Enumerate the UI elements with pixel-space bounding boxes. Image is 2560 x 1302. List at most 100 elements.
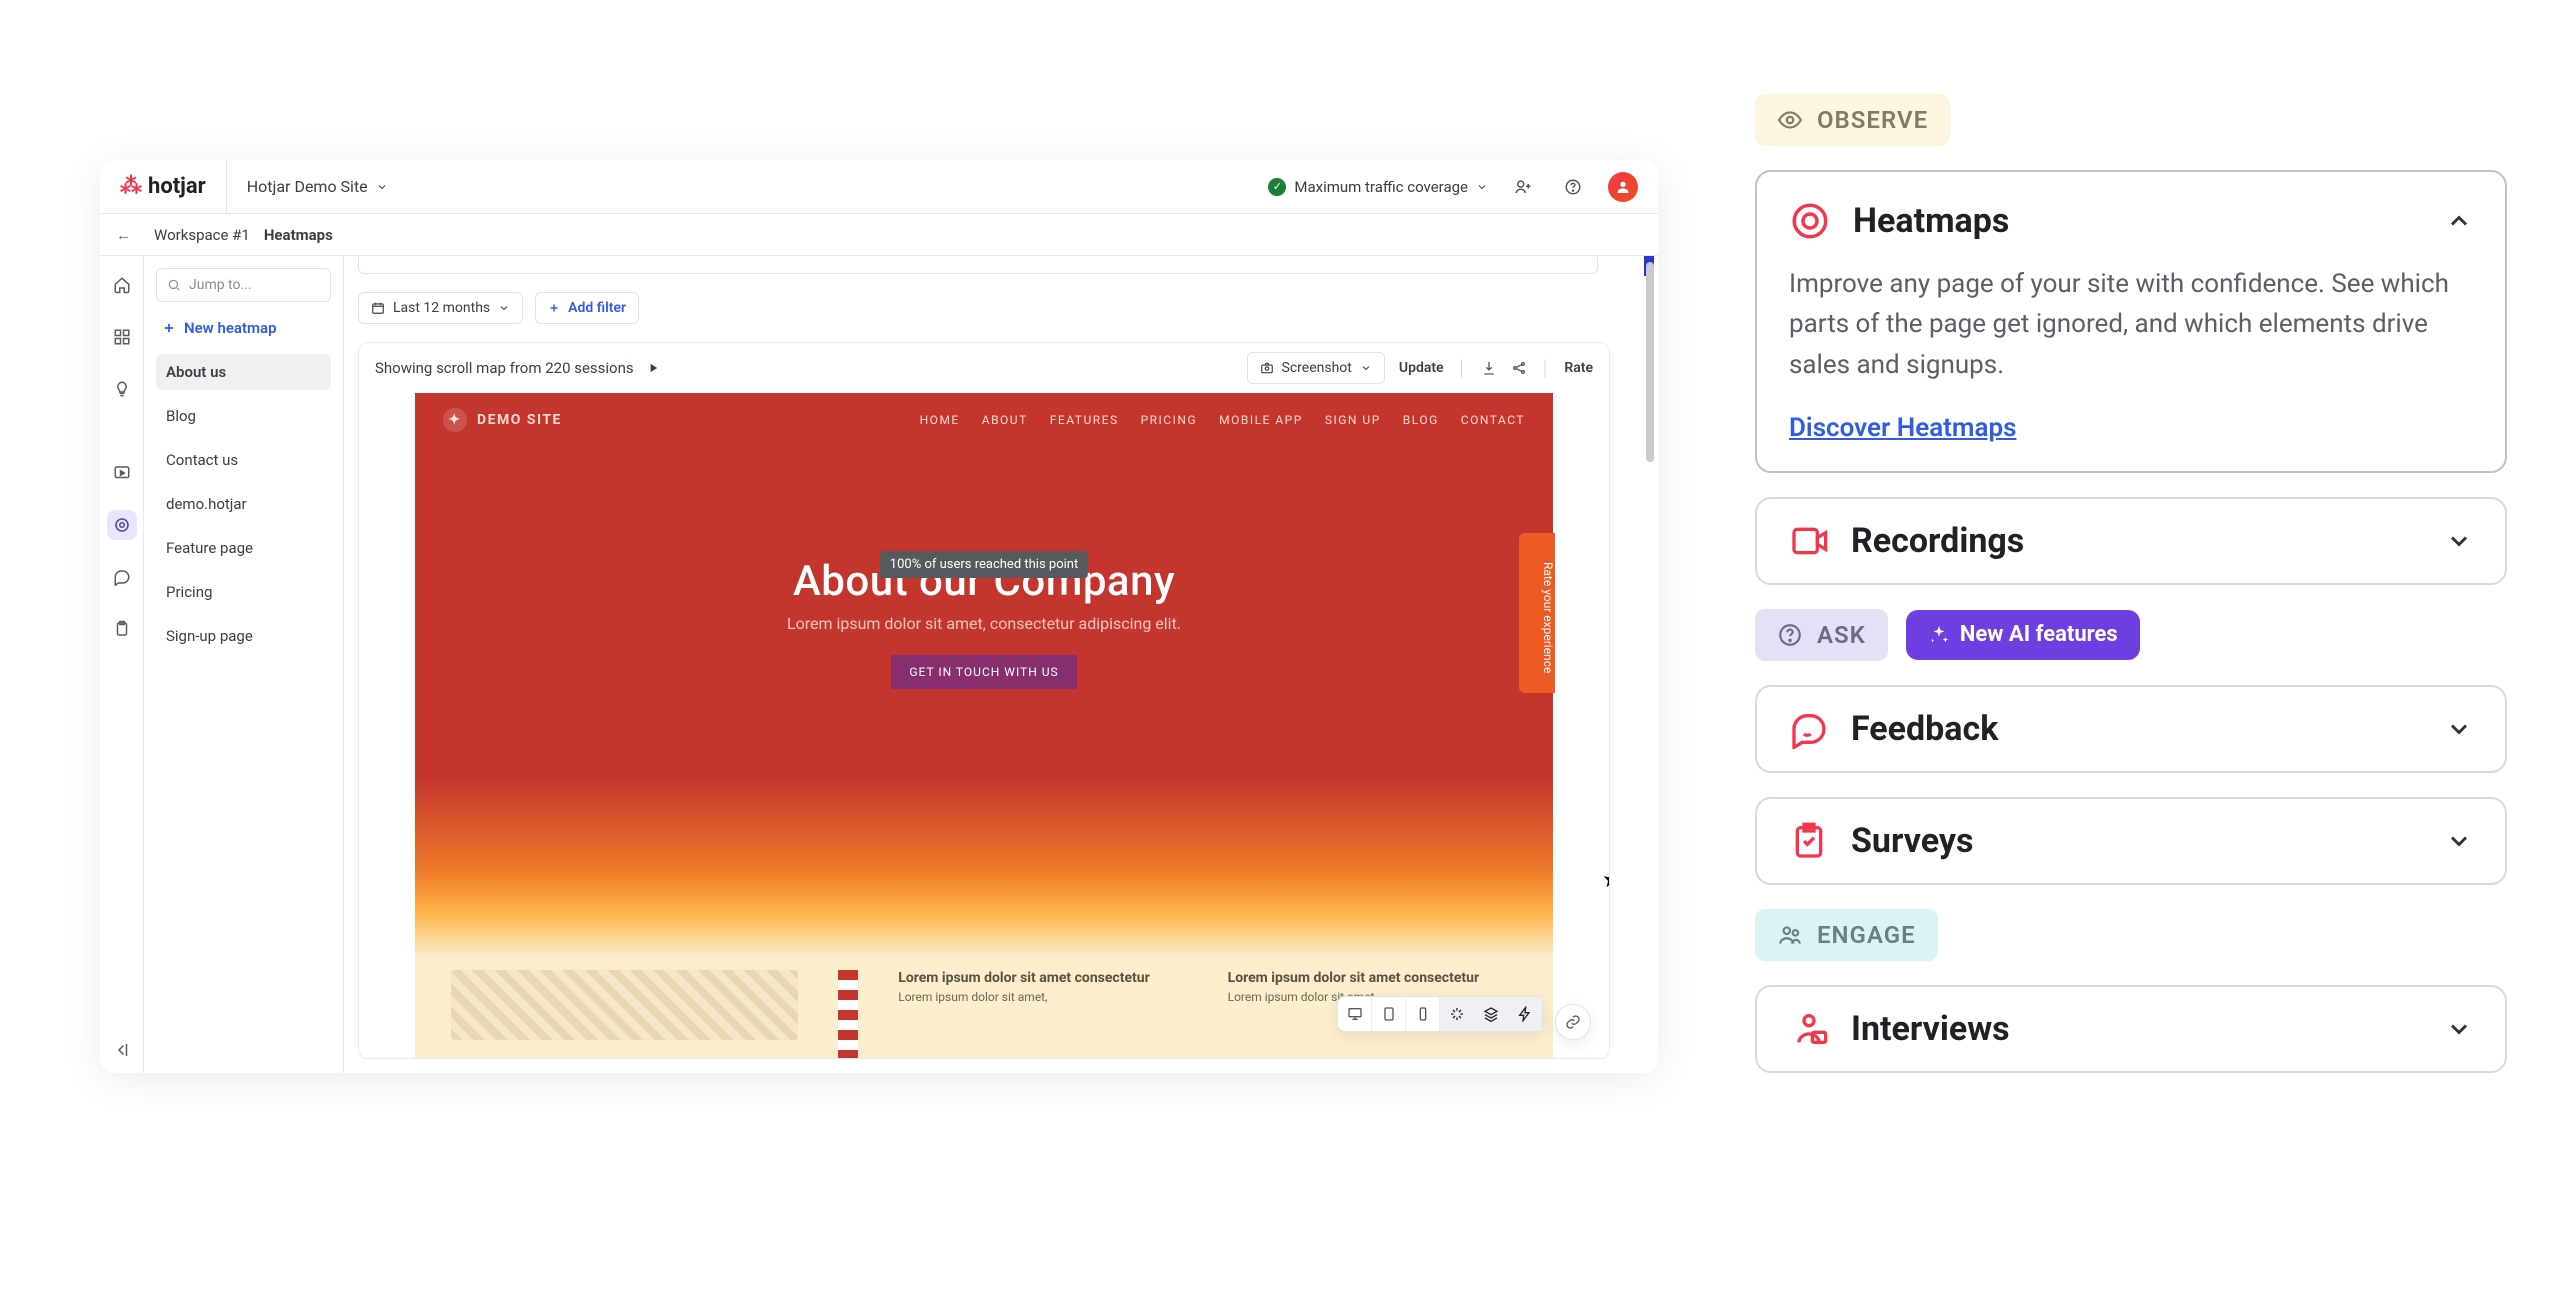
card-recordings[interactable]: Recordings <box>1755 497 2507 585</box>
card-feedback-title: Feedback <box>1851 709 1998 749</box>
rail-feedback[interactable] <box>107 562 137 592</box>
ai-badge[interactable]: New AI features <box>1906 610 2140 660</box>
tablet-icon <box>1381 1006 1397 1022</box>
sparkle-icon <box>1928 624 1950 646</box>
rail-surveys[interactable] <box>107 614 137 644</box>
share-icon <box>1511 360 1527 376</box>
collapse-button[interactable] <box>2445 207 2473 235</box>
sidebar-item-demo-hotjar[interactable]: demo.hotjar <box>156 486 331 522</box>
demo-thumb <box>451 970 798 1040</box>
chevron-down-icon <box>2445 1015 2473 1043</box>
expand-button[interactable] <box>2445 1015 2473 1043</box>
search-icon <box>167 278 181 292</box>
expand-button[interactable] <box>2445 715 2473 743</box>
desktop-icon <box>1347 1006 1363 1022</box>
demo-col2-title: Lorem ipsum dolor sit amet consectetur <box>1228 970 1517 986</box>
toggle-rage[interactable] <box>1508 997 1542 1031</box>
sidebar-item-pricing[interactable]: Pricing <box>156 574 331 610</box>
site-selector[interactable]: Hotjar Demo Site <box>226 160 388 213</box>
feedback-icon <box>1789 709 1829 749</box>
copy-link-button[interactable] <box>1555 1004 1591 1040</box>
rail-home[interactable] <box>107 270 137 300</box>
sidebar-item-feature-page[interactable]: Feature page <box>156 530 331 566</box>
heatmap-icon <box>113 516 131 534</box>
card-feedback[interactable]: Feedback <box>1755 685 2507 773</box>
engage-tag: ENGAGE <box>1755 909 1938 961</box>
heatmap-sidebar: Jump to... New heatmap About us Blog Con… <box>144 256 344 1073</box>
date-range-label: Last 12 months <box>393 300 490 316</box>
share-button[interactable] <box>1511 360 1527 376</box>
user-plus-icon <box>1514 178 1532 196</box>
demo-site-name: DEMO SITE <box>477 412 562 428</box>
traffic-indicator[interactable]: ✓ Maximum traffic coverage <box>1268 178 1488 196</box>
device-desktop[interactable] <box>1338 997 1372 1031</box>
add-filter-button[interactable]: Add filter <box>535 292 639 324</box>
question-icon <box>1777 622 1803 648</box>
bulb-icon <box>113 380 131 398</box>
sidebar-item-blog[interactable]: Blog <box>156 398 331 434</box>
screenshot-label: Screenshot <box>1282 360 1352 376</box>
hotjar-app: ⁂ hotjar Hotjar Demo Site ✓ Maximum traf… <box>100 160 1658 1073</box>
brand-text: hotjar <box>148 174 206 199</box>
toggle-labels[interactable] <box>1440 997 1474 1031</box>
card-interviews[interactable]: Interviews <box>1755 985 2507 1073</box>
play-icon[interactable] <box>646 361 660 375</box>
rail-recordings[interactable] <box>107 458 137 488</box>
date-range-filter[interactable]: Last 12 months <box>358 292 523 324</box>
chevron-down-icon <box>498 302 510 314</box>
avatar[interactable] <box>1608 172 1638 202</box>
panel-title: Showing scroll map from 220 sessions <box>375 359 634 377</box>
device-bar <box>1337 996 1543 1032</box>
back-button[interactable]: ← <box>116 226 140 244</box>
brand-flame-icon: ⁂ <box>120 174 142 199</box>
device-phone[interactable] <box>1406 997 1440 1031</box>
chat-icon <box>113 568 131 586</box>
rate-button[interactable]: Rate <box>1564 360 1593 376</box>
rail-heatmaps[interactable] <box>107 510 137 540</box>
rail-dashboards[interactable] <box>107 322 137 352</box>
help-button[interactable] <box>1558 172 1588 202</box>
card-surveys-title: Surveys <box>1851 821 1973 861</box>
screenshot-button[interactable]: Screenshot <box>1247 352 1385 384</box>
panel-topbar: Showing scroll map from 220 sessions Scr… <box>359 343 1609 393</box>
card-heatmaps[interactable]: Heatmaps Improve any page of your site w… <box>1755 170 2507 473</box>
icon-rail <box>100 256 144 1073</box>
search-input[interactable]: Jump to... <box>156 268 331 302</box>
people-icon <box>1777 922 1803 948</box>
toggle-grid[interactable] <box>1474 997 1508 1031</box>
demo-col1-text: Lorem ipsum dolor sit amet, <box>898 990 1187 1004</box>
traffic-label: Maximum traffic coverage <box>1294 178 1468 196</box>
invite-user-button[interactable] <box>1508 172 1538 202</box>
sidebar-item-about-us[interactable]: About us <box>156 354 331 390</box>
chevron-down-icon <box>376 181 388 193</box>
sidebar-item-signup-page[interactable]: Sign-up page <box>156 618 331 654</box>
scrollbar[interactable] <box>1642 256 1656 1073</box>
sidebar-item-contact-us[interactable]: Contact us <box>156 442 331 478</box>
clipboard-icon <box>113 620 131 638</box>
new-heatmap-button[interactable]: New heatmap <box>156 310 331 346</box>
demo-nav-blog: BLOG <box>1403 413 1439 427</box>
update-button[interactable]: Update <box>1399 360 1444 376</box>
demo-nav-contact: CONTACT <box>1461 413 1525 427</box>
breadcrumb-section: Heatmaps <box>264 226 333 244</box>
breadcrumb-workspace[interactable]: Workspace #1 <box>154 226 250 244</box>
card-heatmaps-link[interactable]: Discover Heatmaps <box>1789 413 2016 443</box>
demo-nav-signup: SIGN UP <box>1325 413 1381 427</box>
expand-button[interactable] <box>2445 827 2473 855</box>
chevron-down-icon <box>2445 827 2473 855</box>
device-tablet[interactable] <box>1372 997 1406 1031</box>
card-heatmaps-body: Improve any page of your site with confi… <box>1789 264 2473 385</box>
phone-icon <box>1415 1006 1431 1022</box>
card-surveys[interactable]: Surveys <box>1755 797 2507 885</box>
rail-collapse[interactable] <box>107 1043 137 1073</box>
reach-tag: 100% of users reached this point <box>880 551 1088 578</box>
download-button[interactable] <box>1481 360 1497 376</box>
chevron-down-icon <box>2445 527 2473 555</box>
rate-experience-tab[interactable]: Rate your experience <box>1519 533 1555 693</box>
search-placeholder: Jump to... <box>189 277 252 293</box>
bolt-icon <box>1517 1006 1533 1022</box>
expand-button[interactable] <box>2445 527 2473 555</box>
demo-nav-mobile: MOBILE APP <box>1219 413 1303 427</box>
rail-highlights[interactable] <box>107 374 137 404</box>
demo-nav-features: FEATURES <box>1050 413 1119 427</box>
